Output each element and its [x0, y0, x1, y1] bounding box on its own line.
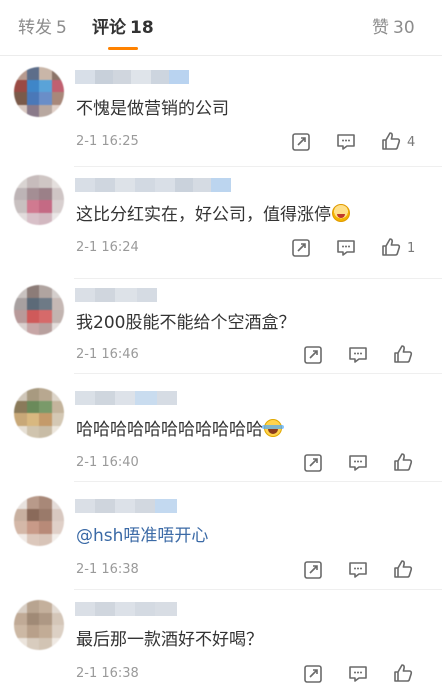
repost-icon[interactable]: [302, 559, 324, 581]
comment-text-content: 这比分红实在，好公司，值得涨停: [76, 205, 331, 225]
comment-icon[interactable]: [347, 559, 369, 581]
avatar[interactable]: [14, 285, 64, 335]
comment-text: 我200股能不能给个空酒盒？: [76, 313, 296, 333]
tab-repost-count: 5: [56, 18, 67, 38]
comment-text-content: 哈哈哈哈哈哈哈哈哈哈哈: [76, 420, 263, 440]
comment-item: 我200股能不能给个空酒盒？ 2-1 16:46: [0, 279, 442, 374]
comment-item: 这比分红实在，好公司，值得涨停 2-1 16:24 1: [0, 167, 442, 279]
tab-like-label: 赞: [372, 18, 389, 38]
avatar[interactable]: [14, 388, 64, 438]
repost-icon[interactable]: [290, 237, 312, 259]
comment-time: 2-1 16:24: [76, 240, 139, 255]
like-count: 4: [407, 135, 416, 150]
comment-time: 2-1 16:38: [76, 666, 139, 681]
comment-tabs: 转发 5 评论 18 赞 30: [0, 0, 442, 56]
laughing-emoji-icon: [332, 204, 350, 222]
thumbs-up-icon[interactable]: [380, 130, 402, 152]
comment-time: 2-1 16:46: [76, 347, 139, 362]
username-blurred[interactable]: [75, 70, 189, 84]
avatar[interactable]: [14, 175, 64, 225]
repost-icon[interactable]: [290, 131, 312, 153]
comment-text: 不愧是做营销的公司: [76, 99, 229, 119]
avatar[interactable]: [14, 496, 64, 546]
thumbs-up-icon[interactable]: [392, 558, 414, 580]
tab-comment-label: 评论: [92, 18, 126, 38]
avatar[interactable]: [14, 67, 64, 117]
repost-icon[interactable]: [302, 663, 324, 685]
active-tab-indicator: [108, 47, 138, 50]
comment-text: 这比分红实在，好公司，值得涨停: [76, 203, 350, 227]
comment-icon[interactable]: [335, 131, 357, 153]
username-blurred[interactable]: [75, 288, 157, 302]
like-count: 1: [407, 241, 416, 256]
comment-text[interactable]: @hsh唔准唔开心: [76, 524, 208, 548]
comment-text: 哈哈哈哈哈哈哈哈哈哈哈: [76, 418, 284, 442]
tab-comment[interactable]: 评论 18: [92, 17, 154, 39]
comment-icon[interactable]: [347, 663, 369, 685]
tab-comment-count: 18: [130, 18, 154, 38]
username-blurred[interactable]: [75, 391, 177, 405]
comment-icon[interactable]: [335, 237, 357, 259]
username-blurred[interactable]: [75, 178, 231, 192]
comment-item: 最后那一款酒好不好喝？ 2-1 16:38: [0, 590, 442, 697]
tears-of-joy-emoji-icon: [262, 419, 284, 437]
avatar[interactable]: [14, 600, 64, 650]
tab-like[interactable]: 赞 30: [372, 17, 415, 39]
comment-item: 不愧是做营销的公司 2-1 16:25 4: [0, 57, 442, 167]
thumbs-up-icon[interactable]: [392, 662, 414, 684]
comment-text: 最后那一款酒好不好喝？: [76, 630, 263, 650]
comment-item: @hsh唔准唔开心 2-1 16:38: [0, 482, 442, 590]
comment-time: 2-1 16:38: [76, 562, 139, 577]
tab-repost-label: 转发: [18, 18, 52, 38]
tab-like-count: 30: [393, 18, 415, 38]
comment-time: 2-1 16:25: [76, 134, 139, 149]
comment-icon[interactable]: [347, 452, 369, 474]
thumbs-up-icon[interactable]: [392, 451, 414, 473]
comment-time: 2-1 16:40: [76, 455, 139, 470]
thumbs-up-icon[interactable]: [380, 236, 402, 258]
repost-icon[interactable]: [302, 452, 324, 474]
username-blurred[interactable]: [75, 602, 177, 616]
comment-icon[interactable]: [347, 344, 369, 366]
repost-icon[interactable]: [302, 344, 324, 366]
username-blurred[interactable]: [75, 499, 177, 513]
tab-repost[interactable]: 转发 5: [18, 17, 67, 39]
comment-item: 哈哈哈哈哈哈哈哈哈哈哈 2-1 16:40: [0, 374, 442, 482]
thumbs-up-icon[interactable]: [392, 343, 414, 365]
